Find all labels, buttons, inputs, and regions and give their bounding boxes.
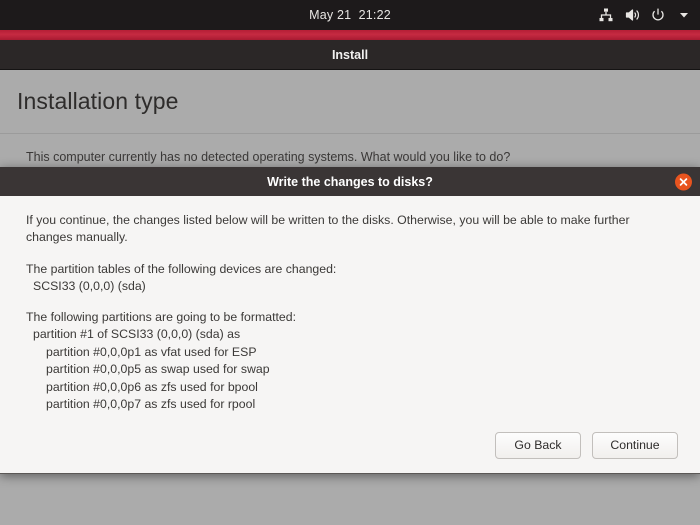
chevron-down-icon[interactable] (675, 7, 692, 24)
system-tray (597, 0, 692, 30)
partition-item: partition #0,0,0p1 as vfat used for ESP (46, 344, 257, 359)
dialog-titlebar: Write the changes to disks? (0, 167, 700, 196)
network-icon[interactable] (597, 7, 614, 24)
dialog-intro-text: If you continue, the changes listed belo… (26, 213, 630, 245)
dialog-bottom-edge (0, 472, 700, 474)
write-changes-dialog: Write the changes to disks? If you conti… (0, 167, 700, 474)
volume-icon[interactable] (623, 7, 640, 24)
page-title: Installation type (17, 88, 179, 114)
formatted-partitions-section: The following partitions are going to be… (26, 309, 678, 414)
close-icon[interactable] (675, 173, 692, 190)
changed-devices-title: The partition tables of the following de… (26, 261, 337, 276)
system-clock[interactable]: May 21 21:22 (309, 8, 391, 22)
system-top-bar: May 21 21:22 (0, 0, 700, 30)
accent-strip (0, 30, 700, 40)
changed-devices-section: The partition tables of the following de… (26, 261, 678, 296)
page-subtext: This computer currently has no detected … (26, 150, 511, 164)
partition-item: partition #0,0,0p6 as zfs used for bpool (46, 379, 258, 394)
partition-item: partition #0,0,0p7 as zfs used for rpool (46, 397, 256, 412)
continue-button[interactable]: Continue (592, 431, 678, 459)
dialog-actions: Go Back Continue (0, 422, 700, 473)
window-titlebar: Install (0, 40, 700, 70)
heading-divider (0, 133, 700, 134)
changed-device-item: SCSI33 (0,0,0) (sda) (33, 279, 146, 294)
power-icon[interactable] (649, 7, 666, 24)
formatted-partitions-title: The following partitions are going to be… (26, 309, 297, 324)
window-title: Install (331, 48, 369, 62)
installer-screen: May 21 21:22 Install Installation type T… (0, 0, 700, 525)
formatted-device-item: partition #1 of SCSI33 (0,0,0) (sda) as (33, 327, 241, 342)
dialog-body: If you continue, the changes listed belo… (0, 196, 700, 422)
partition-item: partition #0,0,0p5 as swap used for swap (46, 362, 270, 377)
dialog-title: Write the changes to disks? (267, 174, 433, 189)
go-back-button[interactable]: Go Back (495, 431, 581, 459)
